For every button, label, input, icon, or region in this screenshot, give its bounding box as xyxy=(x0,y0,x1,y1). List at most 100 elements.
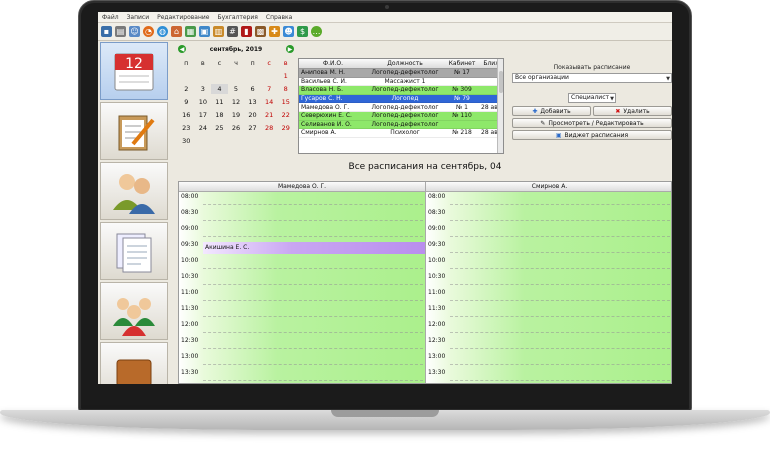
save-icon[interactable]: ▪ xyxy=(101,26,112,37)
calendar-day[interactable]: 12 xyxy=(228,97,245,107)
time-slot-label: 12:30 xyxy=(181,337,199,344)
table-row[interactable]: Селиванов И. О. Логопед-дефектолог xyxy=(299,120,503,130)
calendar-day[interactable]: 17 xyxy=(195,110,212,120)
header-name[interactable]: Ф.И.О. xyxy=(299,60,365,67)
table-icon[interactable]: ▦ xyxy=(185,26,196,37)
menu-records[interactable]: Записи xyxy=(127,14,150,21)
calendar-empty-cell xyxy=(195,136,212,146)
menu-file[interactable]: Файл xyxy=(102,14,119,21)
nav-groups[interactable] xyxy=(100,282,168,340)
prev-month-button[interactable]: ◀ xyxy=(178,45,186,53)
nav-clients[interactable] xyxy=(100,162,168,220)
calendar-day[interactable]: 30 xyxy=(178,136,195,146)
menu-edit[interactable]: Редактирование xyxy=(157,14,209,21)
calendar-day[interactable]: 22 xyxy=(277,110,294,120)
books-icon xyxy=(116,359,152,384)
calendar-day[interactable]: 13 xyxy=(244,97,261,107)
calendar-day[interactable]: 18 xyxy=(211,110,228,120)
header-cabinet[interactable]: Кабинет xyxy=(443,60,479,67)
calendar-day[interactable]: 6 xyxy=(244,84,261,94)
widget-button[interactable]: ▣ Виджет расписания xyxy=(512,130,672,140)
table-row[interactable]: Мамедова О. Г. Логопед-дефектолог № 1 28 ав… xyxy=(299,103,503,112)
view-edit-button[interactable]: ✎ Просмотреть / Редактировать xyxy=(512,118,672,128)
chat-icon[interactable]: … xyxy=(311,26,322,37)
calendar-day[interactable]: 11 xyxy=(211,97,228,107)
time-slot-label: 09:30 xyxy=(428,241,446,248)
half-hour-divider xyxy=(450,204,670,205)
time-slot-label: 11:30 xyxy=(428,305,446,312)
nav-books[interactable] xyxy=(100,342,168,384)
calendar-day[interactable]: 21 xyxy=(261,110,278,120)
half-hour-divider xyxy=(203,380,423,381)
print-icon[interactable]: ▤ xyxy=(115,26,126,37)
calendar-day[interactable]: 10 xyxy=(195,97,212,107)
calendar-day[interactable]: 3 xyxy=(195,84,212,94)
calculator-icon[interactable]: # xyxy=(227,26,238,37)
chevron-down-icon: ▼ xyxy=(610,96,614,102)
time-slot-label: 09:00 xyxy=(428,225,446,232)
calendar-day[interactable]: 7 xyxy=(261,84,278,94)
calendar-day[interactable]: 2 xyxy=(178,84,195,94)
table-row[interactable]: Северюхин Е. С. Логопед-дефектолог № 110 xyxy=(299,111,503,121)
calendar-day[interactable]: 19 xyxy=(228,110,245,120)
box-icon[interactable]: ▩ xyxy=(255,26,266,37)
half-hour-divider xyxy=(203,316,423,317)
alarm-icon[interactable]: ◔ xyxy=(143,26,154,37)
nav-calendar[interactable]: 12 xyxy=(100,42,168,100)
calendar-day[interactable]: 9 xyxy=(178,97,195,107)
calendar-day[interactable]: 23 xyxy=(178,123,195,133)
half-hour-divider xyxy=(203,236,423,237)
nav-documents[interactable] xyxy=(100,222,168,280)
delete-button[interactable]: ✖ Удалить xyxy=(593,106,672,116)
gift-icon[interactable]: ✚ xyxy=(269,26,280,37)
table-row[interactable]: Гусаров С. Н. Логопед № 79 xyxy=(299,94,503,104)
calendar-day[interactable]: 26 xyxy=(228,123,245,133)
table-row[interactable]: Смирнов А. Психолог № 218 28 авг xyxy=(299,129,503,138)
calendar-day[interactable]: 4 xyxy=(211,84,228,94)
calendar-day[interactable]: 24 xyxy=(195,123,212,133)
cell-role: Логопед-дефектолог xyxy=(371,86,439,94)
book-icon[interactable]: ▥ xyxy=(213,26,224,37)
users-icon[interactable]: ☺ xyxy=(129,26,140,37)
calendar-day[interactable]: 25 xyxy=(211,123,228,133)
half-hour-divider xyxy=(450,316,670,317)
home-icon[interactable]: ⌂ xyxy=(171,26,182,37)
money-icon[interactable]: $ xyxy=(297,26,308,37)
table-row[interactable]: Васильев С. И. Массажист 1 xyxy=(299,77,503,87)
calendar-empty-cell xyxy=(244,136,261,146)
calendar-day[interactable]: 16 xyxy=(178,110,195,120)
globe-icon[interactable]: ◍ xyxy=(157,26,168,37)
time-slot-label: 08:00 xyxy=(181,193,199,200)
appointment-block[interactable]: Акишина Е. С. xyxy=(203,242,425,254)
calendar-day[interactable]: 28 xyxy=(261,123,278,133)
nav-tasks[interactable] xyxy=(100,102,168,160)
next-month-button[interactable]: ▶ xyxy=(286,45,294,53)
calendar-day[interactable]: 5 xyxy=(228,84,245,94)
calendar-day[interactable]: 1 xyxy=(277,71,294,81)
calendar-day[interactable]: 20 xyxy=(244,110,261,120)
time-slot-label: 11:00 xyxy=(181,289,199,296)
half-hour-divider xyxy=(450,348,670,349)
table-row[interactable]: Анипова М. Н. Логопед-дефектолог № 17 xyxy=(299,69,503,78)
person-icon[interactable]: ☻ xyxy=(283,26,294,37)
table-row[interactable]: Власова Н. Б. Логопед-дефектолог № 309 xyxy=(299,86,503,95)
calendar-day[interactable]: 8 xyxy=(277,84,294,94)
specialist-select[interactable]: Специалист ▼ xyxy=(568,93,616,103)
organization-select[interactable]: Все организации ▼ xyxy=(512,73,672,83)
menu-accounting[interactable]: Бухгалтерия xyxy=(217,14,257,21)
book-red-icon[interactable]: ▮ xyxy=(241,26,252,37)
calendar-day[interactable]: 14 xyxy=(261,97,278,107)
calendar-day[interactable]: 15 xyxy=(277,97,294,107)
staff-table-scrollbar[interactable] xyxy=(497,59,503,153)
menu-help[interactable]: Справка xyxy=(266,14,292,21)
calendar-icon: 12 xyxy=(114,53,154,91)
header-role[interactable]: Должность xyxy=(365,60,443,67)
cell-name: Мамедова О. Г. xyxy=(301,103,350,111)
left-navigation: 12 xyxy=(100,42,170,384)
edit-icon: ✎ xyxy=(540,119,546,127)
pictures-icon[interactable]: ▣ xyxy=(199,26,210,37)
half-hour-divider xyxy=(203,300,423,301)
add-button[interactable]: ✚ Добавить xyxy=(512,106,591,116)
calendar-day[interactable]: 29 xyxy=(277,123,294,133)
calendar-day[interactable]: 27 xyxy=(244,123,261,133)
